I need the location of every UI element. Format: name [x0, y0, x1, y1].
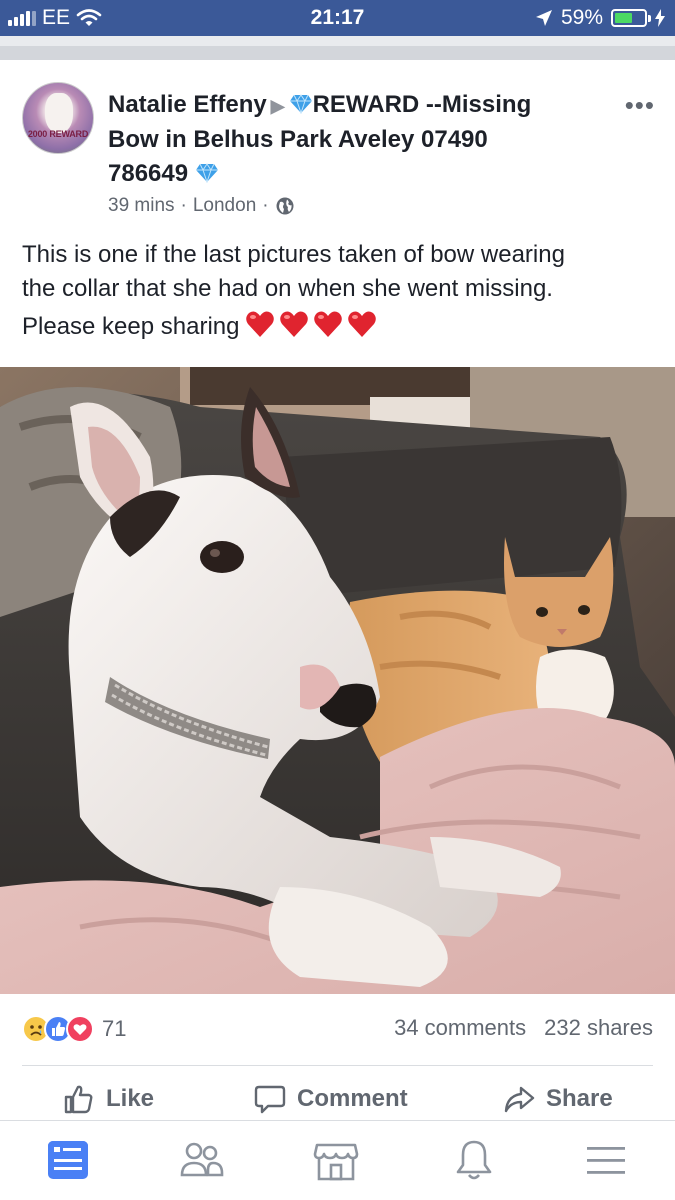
- group-name-part1[interactable]: REWARD --Missing: [313, 91, 532, 118]
- shares-count[interactable]: 232 shares: [544, 1015, 653, 1041]
- meta-separator: ·: [262, 195, 269, 216]
- friends-icon[interactable]: [172, 1135, 232, 1185]
- post-body-line3: Please keep sharing: [22, 313, 240, 340]
- thumbs-up-icon: [64, 1085, 93, 1114]
- red-heart-icon: [314, 311, 343, 337]
- red-heart-icon: [348, 311, 377, 337]
- share-arrow-icon: [504, 1086, 535, 1113]
- dog-and-cat-photo: [0, 367, 675, 994]
- group-name-part2[interactable]: Bow in Belhus Park Aveley 07490: [108, 126, 488, 153]
- meta-separator: ·: [180, 195, 187, 216]
- post-body: This is one if the last pictures taken o…: [22, 238, 652, 344]
- bottom-navigation: [0, 1120, 675, 1200]
- comment-bubble-icon: [254, 1085, 286, 1114]
- group-name-part3[interactable]: 786649: [108, 160, 188, 187]
- avatar-dog-image: [45, 93, 73, 133]
- love-reaction-icon: [66, 1015, 94, 1043]
- reaction-count: 71: [102, 1016, 127, 1041]
- author-name[interactable]: Natalie Effeny: [108, 91, 267, 118]
- battery-percent: 59%: [560, 6, 603, 29]
- battery-icon: [611, 9, 651, 27]
- comments-count[interactable]: 34 comments: [394, 1015, 526, 1041]
- red-heart-icon: [280, 311, 309, 337]
- location-arrow-icon: [535, 10, 552, 26]
- marketplace-icon[interactable]: [306, 1135, 366, 1185]
- share-arrow-icon: ▶: [270, 96, 285, 116]
- menu-icon[interactable]: [576, 1135, 636, 1185]
- post-body-line2: the collar that she had on when she went…: [22, 275, 553, 302]
- diamond-icon: [289, 94, 312, 114]
- share-button[interactable]: Share: [502, 1082, 613, 1116]
- more-options-icon[interactable]: •••: [625, 90, 655, 121]
- previous-post-edge: [0, 46, 675, 60]
- engagement-stats: 34 comments 232 shares: [394, 1015, 653, 1041]
- status-right: 59%: [535, 6, 665, 30]
- feed-post: 2000 REWARD Natalie Effeny ▶ REWARD --Miss…: [0, 60, 675, 1120]
- notifications-icon[interactable]: [444, 1135, 504, 1185]
- post-location[interactable]: London: [193, 195, 256, 217]
- post-meta: 39 mins · London ·: [108, 195, 598, 217]
- share-label: Share: [546, 1085, 613, 1112]
- comment-label: Comment: [297, 1085, 408, 1112]
- globe-icon: [276, 197, 294, 215]
- charging-bolt-icon: [655, 9, 665, 27]
- diamond-icon: [195, 163, 218, 183]
- like-button[interactable]: Like: [62, 1082, 154, 1116]
- reactions-summary[interactable]: 71: [22, 1015, 126, 1043]
- post-actions: Like Comment Share: [0, 1082, 675, 1122]
- status-bar: EE 21:17 59%: [0, 0, 675, 36]
- news-feed-icon[interactable]: [38, 1135, 98, 1185]
- post-time[interactable]: 39 mins: [108, 195, 175, 217]
- post-body-line1: This is one if the last pictures taken o…: [22, 241, 565, 268]
- like-label: Like: [106, 1085, 155, 1112]
- avatar-badge: 2000 REWARD: [27, 129, 89, 139]
- actions-divider: [22, 1065, 653, 1066]
- post-title: Natalie Effeny ▶ REWARD --Missing Bow in B…: [108, 88, 598, 191]
- comment-button[interactable]: Comment: [253, 1082, 408, 1116]
- hearts-emoji: [245, 310, 377, 338]
- red-heart-icon: [246, 311, 275, 337]
- post-header: Natalie Effeny ▶ REWARD --Missing Bow in B…: [108, 88, 598, 217]
- avatar[interactable]: 2000 REWARD: [22, 82, 94, 154]
- battery-fill: [615, 13, 632, 23]
- post-photo[interactable]: [0, 367, 675, 994]
